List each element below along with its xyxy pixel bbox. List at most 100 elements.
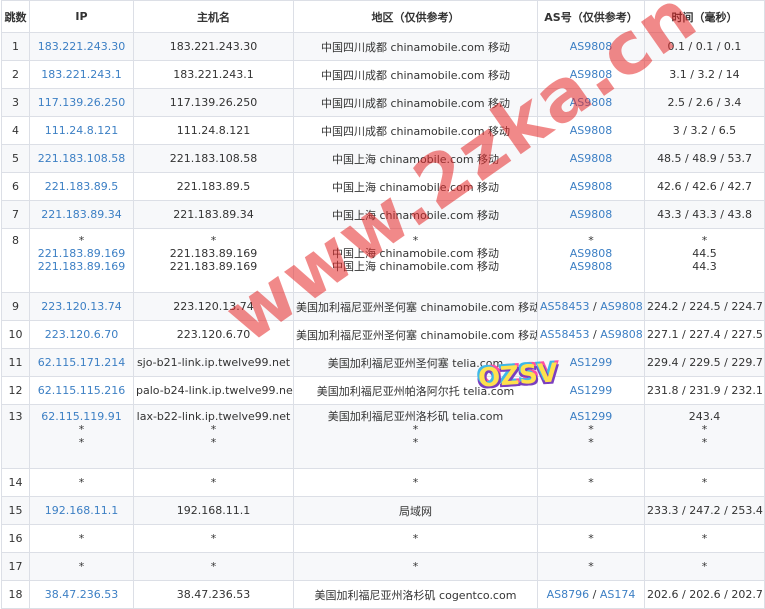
region-cell: 中国四川成都 chinamobile.com 移动 bbox=[293, 88, 538, 117]
table-row: 9 223.120.13.74 223.120.13.74 美国加利福尼亚州圣何塞 c… bbox=[1, 292, 765, 321]
as-line: * bbox=[540, 476, 642, 489]
time-cell: * bbox=[644, 552, 765, 581]
ip-link[interactable]: 117.139.26.250 bbox=[32, 96, 131, 109]
hostname-text: 221.183.89.169 bbox=[169, 247, 258, 260]
ip-link[interactable]: 223.120.6.70 bbox=[32, 328, 131, 341]
ip-cell: 38.47.236.53 bbox=[29, 580, 134, 609]
region-cell: * bbox=[293, 468, 538, 497]
as-separator: / bbox=[589, 300, 601, 313]
ip-link[interactable]: 38.47.236.53 bbox=[32, 588, 131, 601]
hostname-text: * bbox=[210, 234, 217, 247]
hop-cell: 1 bbox=[1, 32, 30, 61]
table-row: 5 221.183.108.58 221.183.108.58 中国上海 chinam… bbox=[1, 144, 765, 173]
as-link[interactable]: AS9808 bbox=[570, 124, 613, 137]
as-cell: AS9808 bbox=[537, 32, 645, 61]
as-cell: AS9808 bbox=[537, 60, 645, 89]
ip-link[interactable]: 221.183.89.34 bbox=[32, 208, 131, 221]
hostname-cell: * bbox=[133, 552, 294, 581]
as-link[interactable]: AS1299 bbox=[570, 410, 613, 423]
as-cell: AS1299 bbox=[537, 376, 645, 405]
latency-text: 48.5 / 48.9 / 53.7 bbox=[657, 152, 752, 165]
hostname-cell: palo-b24-link.ip.twelve99.net bbox=[133, 376, 294, 405]
table-row: 15 192.168.11.1 192.168.11.1 局域网 233.3 / 24… bbox=[1, 496, 765, 525]
region-cell: 中国四川成都 chinamobile.com 移动 bbox=[293, 116, 538, 145]
latency-text: 229.4 / 229.5 / 229.7 bbox=[647, 356, 763, 369]
region-text: * bbox=[412, 234, 419, 247]
as-cell: * bbox=[537, 524, 645, 553]
hostname-text: 221.183.89.34 bbox=[173, 208, 254, 221]
ip-link[interactable]: 183.221.243.30 bbox=[32, 40, 131, 53]
timeout-marker: * bbox=[78, 532, 85, 545]
table-row: 14 * * * * * bbox=[1, 468, 765, 497]
timeout-marker: * bbox=[588, 560, 594, 573]
ip-link[interactable]: 111.24.8.121 bbox=[32, 124, 131, 137]
hop-cell: 3 bbox=[1, 88, 30, 117]
as-link[interactable]: AS9808 bbox=[570, 208, 613, 221]
ip-cell: * bbox=[29, 552, 134, 581]
region-cell: * bbox=[293, 552, 538, 581]
hostname-text: * bbox=[210, 476, 217, 489]
ip-link[interactable]: 223.120.13.74 bbox=[32, 300, 131, 313]
timeout-marker: * bbox=[78, 436, 85, 449]
hostname-cell: 221.183.89.34 bbox=[133, 200, 294, 229]
latency-text: 2.5 / 2.6 / 3.4 bbox=[667, 96, 742, 109]
ip-cell: 62.115.171.214 bbox=[29, 348, 134, 377]
table-header-row: 跳数 IP 主机名 地区（仅供参考） AS号（仅供参考） 时间（毫秒） bbox=[1, 0, 765, 33]
as-link[interactable]: AS9808 bbox=[570, 247, 613, 260]
as-link[interactable]: AS58453 bbox=[540, 300, 590, 313]
as-link[interactable]: AS9808 bbox=[570, 180, 613, 193]
region-text: 美国加利福尼亚州洛杉矶 telia.com bbox=[327, 410, 504, 423]
as-line: AS9808 bbox=[540, 208, 642, 221]
ip-link[interactable]: 192.168.11.1 bbox=[32, 504, 131, 517]
as-line: AS9808 bbox=[540, 96, 642, 109]
ip-link[interactable]: 221.183.89.169 bbox=[32, 247, 131, 260]
time-cell: 48.5 / 48.9 / 53.7 bbox=[644, 144, 765, 173]
as-link[interactable]: AS58453 bbox=[540, 328, 590, 341]
as-link[interactable]: AS174 bbox=[600, 588, 636, 601]
as-link[interactable]: AS1299 bbox=[570, 384, 613, 397]
table-row: 11 62.115.171.214 sjo-b21-link.ip.twelve99… bbox=[1, 348, 765, 377]
hostname-cell: 117.139.26.250 bbox=[133, 88, 294, 117]
ip-link[interactable]: 62.115.115.216 bbox=[32, 384, 131, 397]
hostname-cell: 111.24.8.121 bbox=[133, 116, 294, 145]
as-cell: AS9808 bbox=[537, 172, 645, 201]
as-cell: AS58453 / AS9808 bbox=[537, 320, 645, 349]
as-link[interactable]: AS9808 bbox=[570, 40, 613, 53]
hostname-cell: 223.120.6.70 bbox=[133, 320, 294, 349]
as-link[interactable]: AS9808 bbox=[600, 300, 643, 313]
timeout-marker: * bbox=[588, 476, 594, 489]
latency-text: * bbox=[701, 560, 708, 573]
ip-link[interactable]: 221.183.89.5 bbox=[32, 180, 131, 193]
ip-link[interactable]: 221.183.89.169 bbox=[32, 260, 131, 273]
time-cell: 42.6 / 42.6 / 42.7 bbox=[644, 172, 765, 201]
header-hop: 跳数 bbox=[1, 0, 30, 33]
ip-link[interactable]: 62.115.119.91 bbox=[32, 410, 131, 423]
region-text: 局域网 bbox=[399, 504, 432, 518]
latency-text: * bbox=[701, 476, 708, 489]
ip-link[interactable]: 183.221.243.1 bbox=[32, 68, 131, 81]
as-link[interactable]: AS8796 bbox=[547, 588, 590, 601]
time-cell: 243.4 * * bbox=[644, 404, 765, 469]
ip-link[interactable]: 221.183.108.58 bbox=[32, 152, 131, 165]
hostname-cell: 223.120.13.74 bbox=[133, 292, 294, 321]
as-link[interactable]: AS9808 bbox=[570, 152, 613, 165]
region-cell: 中国上海 chinamobile.com 移动 bbox=[293, 200, 538, 229]
hop-cell: 9 bbox=[1, 292, 30, 321]
as-line: AS9808 bbox=[540, 152, 642, 165]
as-link[interactable]: AS1299 bbox=[570, 356, 613, 369]
ip-link[interactable]: 62.115.171.214 bbox=[32, 356, 131, 369]
table-row: 4 111.24.8.121 111.24.8.121 中国四川成都 chinamob… bbox=[1, 116, 765, 145]
as-link[interactable]: AS9808 bbox=[570, 260, 613, 273]
as-cell: AS9808 bbox=[537, 88, 645, 117]
hop-cell: 11 bbox=[1, 348, 30, 377]
as-link[interactable]: AS9808 bbox=[570, 96, 613, 109]
hostname-text: 111.24.8.121 bbox=[176, 124, 251, 137]
as-line: AS1299 bbox=[540, 410, 642, 423]
as-link[interactable]: AS9808 bbox=[570, 68, 613, 81]
time-cell: 3 / 3.2 / 6.5 bbox=[644, 116, 765, 145]
latency-text: * bbox=[701, 436, 708, 449]
time-cell: 231.8 / 231.9 / 232.1 bbox=[644, 376, 765, 405]
as-link[interactable]: AS9808 bbox=[600, 328, 643, 341]
time-cell: 202.6 / 202.6 / 202.7 bbox=[644, 580, 765, 609]
hostname-text: 183.221.243.30 bbox=[169, 40, 258, 53]
